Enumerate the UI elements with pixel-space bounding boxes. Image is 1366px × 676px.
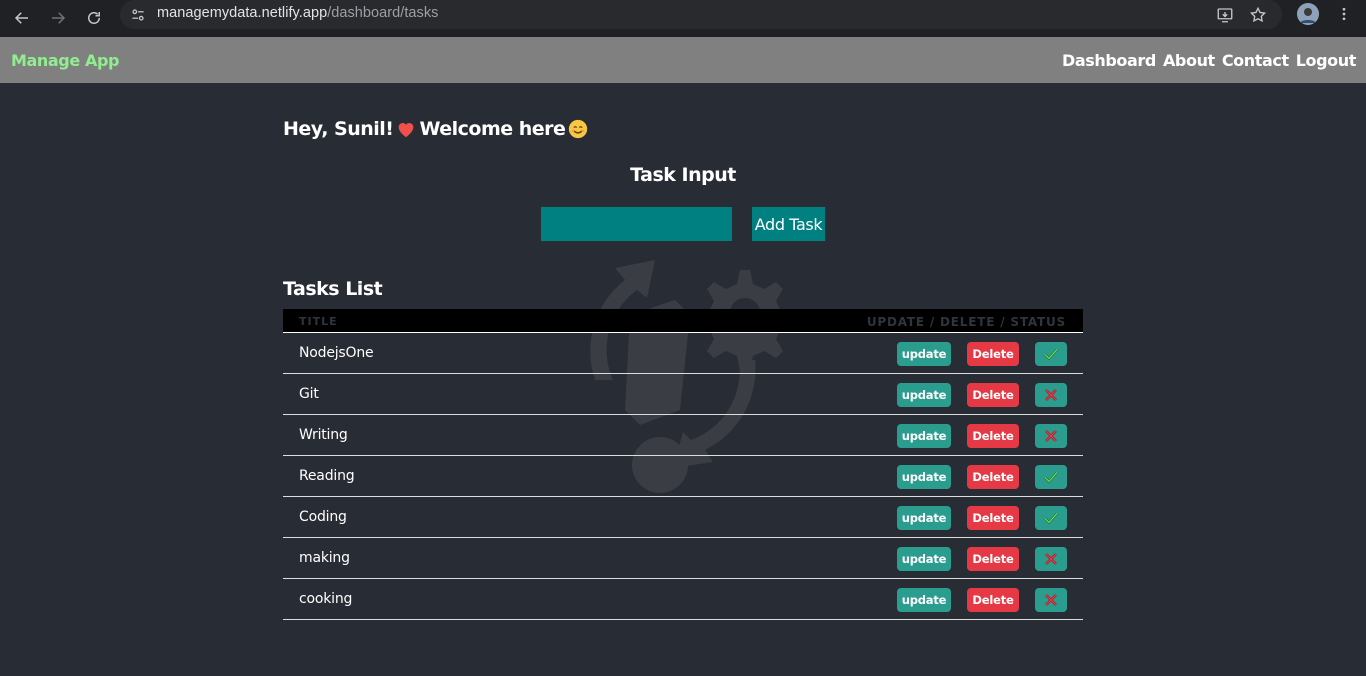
address-bar[interactable]: managemydata.netlify.app/dashboard/tasks (120, 0, 1282, 29)
app-navbar: Manage App Dashboard About Contact Logou… (0, 37, 1366, 83)
status-toggle-button[interactable] (1035, 465, 1067, 489)
table-row: NodejsOne update Delete (283, 333, 1083, 374)
nav-link-logout[interactable]: Logout (1296, 51, 1357, 70)
delete-button[interactable]: Delete (967, 506, 1019, 530)
status-toggle-button[interactable] (1035, 424, 1067, 448)
nav-links: Dashboard About Contact Logout (1062, 51, 1356, 70)
table-row: Git update Delete (283, 374, 1083, 415)
reload-icon[interactable] (80, 4, 108, 32)
forward-icon[interactable] (44, 4, 72, 32)
url-path: /dashboard/tasks (327, 5, 439, 21)
check-icon (1044, 471, 1058, 484)
url-host: managemydata.netlify.app (157, 5, 328, 21)
update-button[interactable]: update (897, 588, 951, 612)
status-toggle-button[interactable] (1035, 342, 1067, 366)
delete-button[interactable]: Delete (967, 424, 1019, 448)
brand-logo[interactable]: Manage App (11, 51, 119, 70)
delete-button[interactable]: Delete (967, 465, 1019, 489)
table-row: cooking update Delete (283, 579, 1083, 620)
column-header-title: TITLE (299, 315, 338, 328)
delete-button[interactable]: Delete (967, 588, 1019, 612)
task-title: NodejsOne (299, 345, 374, 361)
task-title: Coding (299, 509, 347, 525)
update-button[interactable]: update (897, 547, 951, 571)
profile-avatar[interactable] (1297, 3, 1319, 25)
task-input-field[interactable] (541, 207, 732, 241)
check-icon (1044, 348, 1058, 361)
update-button[interactable]: update (897, 383, 951, 407)
update-button[interactable]: update (897, 342, 951, 366)
url-text: managemydata.netlify.app/dashboard/tasks (157, 5, 438, 21)
more-menu-icon[interactable] (1334, 4, 1354, 24)
cross-icon (1045, 594, 1057, 606)
table-row: Reading update Delete (283, 456, 1083, 497)
back-icon[interactable] (8, 4, 36, 32)
greeting-welcome: Welcome here (419, 118, 566, 140)
nav-link-contact[interactable]: Contact (1222, 51, 1289, 70)
task-input-heading: Task Input (630, 164, 736, 186)
install-app-icon[interactable] (1214, 4, 1236, 26)
cross-icon (1045, 389, 1057, 401)
site-info-icon[interactable] (128, 5, 148, 25)
delete-button[interactable]: Delete (967, 342, 1019, 366)
check-icon (1044, 512, 1058, 525)
status-toggle-button[interactable] (1035, 383, 1067, 407)
delete-button[interactable]: Delete (967, 547, 1019, 571)
table-header: TITLE UPDATE / DELETE / STATUS (283, 309, 1083, 333)
nav-link-dashboard[interactable]: Dashboard (1062, 51, 1156, 70)
heart-icon (399, 123, 414, 138)
table-row: Writing update Delete (283, 415, 1083, 456)
bookmark-star-icon[interactable] (1247, 4, 1269, 26)
status-toggle-button[interactable] (1035, 588, 1067, 612)
smiling-face-icon (569, 119, 588, 139)
nav-link-about[interactable]: About (1163, 51, 1215, 70)
task-title: cooking (299, 591, 353, 607)
cross-icon (1045, 553, 1057, 565)
cross-icon (1045, 430, 1057, 442)
update-button[interactable]: update (897, 506, 951, 530)
delete-button[interactable]: Delete (967, 383, 1019, 407)
status-toggle-button[interactable] (1035, 506, 1067, 530)
tasks-list-heading: Tasks List (283, 278, 383, 300)
task-title: Writing (299, 427, 348, 443)
table-row: Coding update Delete (283, 497, 1083, 538)
table-row: making update Delete (283, 538, 1083, 579)
update-button[interactable]: update (897, 424, 951, 448)
add-task-button[interactable]: Add Task (752, 207, 825, 241)
task-title: Reading (299, 468, 355, 484)
task-title: making (299, 550, 350, 566)
update-button[interactable]: update (897, 465, 951, 489)
tasks-table: TITLE UPDATE / DELETE / STATUS NodejsOne… (283, 309, 1083, 620)
browser-toolbar: managemydata.netlify.app/dashboard/tasks (0, 0, 1366, 37)
task-title: Git (299, 386, 319, 402)
greeting-name: Hey, Sunil! (283, 118, 394, 140)
column-header-actions: UPDATE / DELETE / STATUS (866, 315, 1066, 329)
status-toggle-button[interactable] (1035, 547, 1067, 571)
greeting: Hey, Sunil! Welcome here (283, 118, 589, 140)
